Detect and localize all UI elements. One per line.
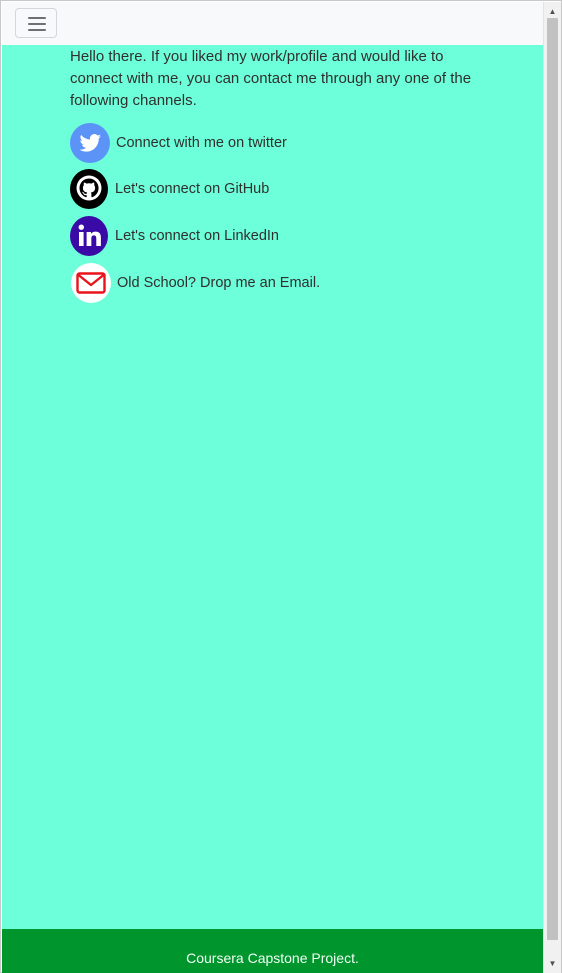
navbar [2,2,543,45]
github-link[interactable]: Let's connect on GitHub [70,169,269,209]
linkedin-link-label: Let's connect on LinkedIn [115,228,279,244]
github-icon [70,169,108,209]
hamburger-menu-icon-bar [28,23,46,25]
twitter-link-label: Connect with me on twitter [116,135,287,151]
linkedin-link[interactable]: Let's connect on LinkedIn [70,216,279,256]
scroll-up-arrow-icon[interactable]: ▲ [544,4,561,19]
scroll-down-arrow-icon[interactable]: ▼ [544,956,561,971]
hamburger-menu-icon-bar [28,29,46,31]
email-link-label: Old School? Drop me an Email. [117,275,321,291]
vertical-scrollbar[interactable]: ▲ ▼ [543,2,561,973]
contact-section: Hello there. If you liked my work/profil… [2,45,543,929]
github-link-label: Let's connect on GitHub [115,181,270,197]
email-icon [70,263,112,303]
twitter-icon [70,123,110,163]
twitter-link[interactable]: Connect with me on twitter [70,123,287,163]
hamburger-menu-icon [28,17,46,19]
browser-viewport: Hello there. If you liked my work/profil… [0,0,562,973]
footer: Coursera Capstone Project. [2,929,543,973]
email-link[interactable]: Old School? Drop me an Email. [70,263,320,303]
scrollbar-thumb[interactable] [547,18,558,940]
intro-text: Hello there. If you liked my work/profil… [70,48,472,109]
navbar-toggler-button[interactable] [15,8,57,38]
linkedin-icon [70,216,108,256]
footer-text: Coursera Capstone Project. [186,950,359,966]
